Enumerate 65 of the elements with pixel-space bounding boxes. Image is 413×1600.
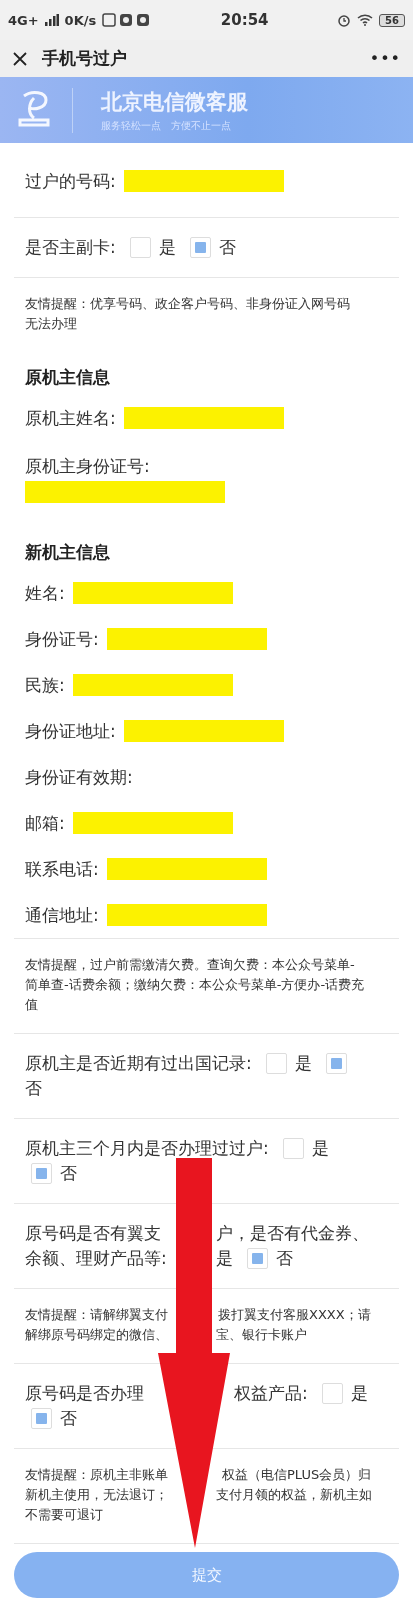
checkbox[interactable] bbox=[247, 1248, 268, 1269]
label-text: 余额、理财产品等: bbox=[25, 1247, 167, 1270]
network-speed: 0K/s bbox=[64, 12, 97, 28]
field-label: 民族: bbox=[25, 674, 65, 697]
label-text: 否 bbox=[60, 1162, 77, 1185]
label-text: 宝、银行卡账户 bbox=[216, 1326, 307, 1344]
section-heading: 原机主信息 bbox=[24, 366, 111, 389]
field-label: 联系电话: bbox=[25, 858, 99, 881]
checkbox[interactable] bbox=[265, 1053, 287, 1074]
label-text: 是 bbox=[311, 1137, 329, 1160]
label-text: 原机主是否近期有过出国记录: bbox=[25, 1052, 252, 1075]
label-text: 户，是否有代金券、 bbox=[216, 1222, 369, 1245]
label-text: 友情提醒，过户前需缴清欠费。查询欠费：本公众号菜单- bbox=[25, 956, 355, 974]
label-text: 否 bbox=[60, 1407, 77, 1430]
label-text: 是 bbox=[350, 1382, 368, 1405]
label-text: 友情提醒：优享号码、政企客户号码、非身份证入网号码 bbox=[25, 295, 350, 313]
label-text: 否 bbox=[218, 236, 236, 259]
label-text: 值 bbox=[25, 996, 38, 1014]
signal-icon bbox=[44, 14, 59, 26]
field-label: 原机主姓名: bbox=[25, 407, 116, 430]
label-text: 权益产品: bbox=[234, 1382, 308, 1405]
field-label: 身份证号: bbox=[25, 628, 99, 651]
label-text: 拨打翼支付客服XXXX；请 bbox=[218, 1306, 371, 1324]
field-label: 身份证有效期: bbox=[25, 766, 133, 789]
label-text: 原号码是否办理 bbox=[25, 1382, 144, 1405]
field-label: 姓名: bbox=[25, 582, 65, 605]
label-text: 权益（电信PLUS会员）归 bbox=[222, 1466, 372, 1484]
field-label: 身份证地址: bbox=[25, 720, 116, 743]
label-text: 友情提醒：原机主非账单 bbox=[25, 1466, 168, 1484]
label-text: 是 bbox=[294, 1052, 312, 1075]
clock-time: 20:54 bbox=[220, 11, 269, 29]
wifi-icon bbox=[357, 14, 374, 26]
section-heading: 新机主信息 bbox=[24, 541, 111, 564]
checkbox[interactable] bbox=[129, 237, 151, 258]
close-icon[interactable] bbox=[12, 50, 28, 67]
page-title: 手机号过户 bbox=[42, 47, 127, 70]
checkbox[interactable] bbox=[325, 1053, 347, 1074]
field-label: 过户的号码: bbox=[25, 170, 116, 193]
field-label: 邮箱: bbox=[25, 812, 65, 835]
checkbox[interactable] bbox=[31, 1163, 52, 1184]
checkbox[interactable] bbox=[189, 237, 211, 258]
alarm-icon bbox=[337, 13, 352, 27]
field-label: 原机主身份证号: bbox=[25, 455, 150, 478]
checkbox[interactable] bbox=[282, 1138, 304, 1159]
label-text: 简单查-话费余额；缴纳欠费：本公众号菜单-方便办-话费充 bbox=[25, 976, 365, 994]
banner-title: 北京电信微客服 bbox=[101, 88, 248, 116]
label-text: 否 bbox=[25, 1077, 42, 1100]
label-text: 原机主三个月内是否办理过过户: bbox=[25, 1137, 269, 1160]
label-text: 是 bbox=[158, 236, 176, 259]
field-label: 通信地址: bbox=[25, 904, 99, 927]
battery-level: 56 bbox=[379, 13, 405, 27]
label-text: 支付月领的权益，新机主如 bbox=[216, 1486, 372, 1504]
checkbox[interactable] bbox=[31, 1408, 52, 1429]
label-text: 是 bbox=[216, 1247, 233, 1270]
label-text: 解绑原号码绑定的微信、 bbox=[25, 1326, 168, 1344]
label-text: 友情提醒：请解绑翼支付 bbox=[25, 1306, 168, 1324]
label-text: 原号码是否有翼支 bbox=[25, 1222, 161, 1245]
network-type: 4G+ bbox=[8, 12, 39, 28]
label-text: 无法办理 bbox=[25, 315, 77, 333]
checkbox[interactable] bbox=[321, 1383, 343, 1404]
label-text: 是否主副卡: bbox=[25, 236, 116, 259]
label-text: 否 bbox=[276, 1247, 293, 1270]
label-text: 不需要可退订 bbox=[25, 1506, 103, 1524]
label-text: 新机主使用，无法退订； bbox=[25, 1486, 168, 1504]
more-button[interactable]: ••• bbox=[369, 49, 401, 68]
